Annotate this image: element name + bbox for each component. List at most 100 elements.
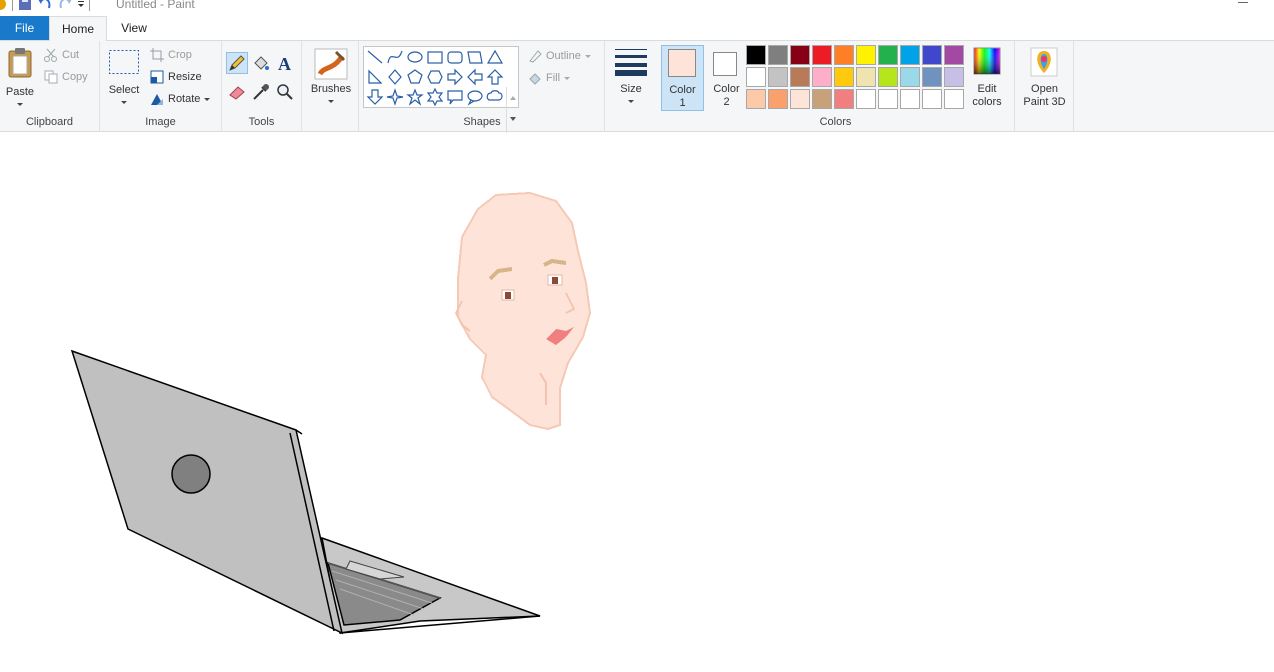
palette-swatch[interactable] xyxy=(790,45,810,65)
pencil-icon xyxy=(229,55,245,71)
brushes-dropdown-icon[interactable] xyxy=(328,100,334,103)
eraser-icon[interactable] xyxy=(227,82,247,102)
palette-swatch[interactable] xyxy=(944,89,964,109)
crop-button[interactable]: Crop xyxy=(150,48,192,62)
diamond-shape-icon[interactable] xyxy=(388,69,402,85)
size-dropdown-icon[interactable] xyxy=(628,100,634,103)
cut-button[interactable]: Cut xyxy=(44,48,79,62)
tab-view[interactable]: View xyxy=(107,16,161,40)
open-paint3d-button[interactable]: Open Paint 3D xyxy=(1018,45,1071,111)
palette-swatch[interactable] xyxy=(944,67,964,87)
four-point-star-shape-icon[interactable] xyxy=(386,88,404,106)
palette-swatch[interactable] xyxy=(856,67,876,87)
rounded-rectangle-shape-icon[interactable] xyxy=(447,51,463,64)
palette-swatch[interactable] xyxy=(922,89,942,109)
redo-icon[interactable] xyxy=(57,0,73,12)
rotate-button[interactable]: Rotate xyxy=(150,92,211,106)
palette-swatch[interactable] xyxy=(900,67,920,87)
color2-button[interactable]: Color 2 xyxy=(705,45,748,111)
paste-button[interactable]: Paste xyxy=(2,45,38,109)
copy-button[interactable]: Copy xyxy=(44,70,88,84)
fill-bucket-icon[interactable] xyxy=(251,53,271,73)
palette-swatch[interactable] xyxy=(812,45,832,65)
cloud-callout-shape-icon[interactable] xyxy=(486,90,503,101)
palette-swatch[interactable] xyxy=(746,67,766,87)
fill-dropdown-icon[interactable] xyxy=(564,76,571,80)
tab-file[interactable]: File xyxy=(0,16,49,40)
outline-button[interactable]: Outline xyxy=(528,49,591,63)
tab-home[interactable]: Home xyxy=(49,16,107,41)
select-dropdown-icon[interactable] xyxy=(121,101,127,104)
text-icon[interactable]: A xyxy=(275,53,295,73)
color-picker-icon[interactable] xyxy=(251,82,271,102)
palette-swatch[interactable] xyxy=(878,67,898,87)
oval-shape-icon[interactable] xyxy=(407,51,423,63)
palette-swatch[interactable] xyxy=(790,67,810,87)
palette-swatch[interactable] xyxy=(768,45,788,65)
size-button[interactable]: Size xyxy=(609,45,653,111)
edit-colors-button[interactable]: Edit colors xyxy=(966,45,1008,111)
palette-swatch[interactable] xyxy=(790,89,810,109)
select-label: Select xyxy=(108,84,140,96)
title-bar: Untitled - Paint xyxy=(0,0,1274,14)
right-triangle-shape-icon[interactable] xyxy=(368,69,383,84)
color1-button[interactable]: Color 1 xyxy=(661,45,704,111)
palette-swatch[interactable] xyxy=(812,67,832,87)
palette-swatch[interactable] xyxy=(768,89,788,109)
pentagon-shape-icon[interactable] xyxy=(407,69,423,84)
curve-shape-icon[interactable] xyxy=(387,50,403,64)
five-point-star-shape-icon[interactable] xyxy=(406,88,424,106)
undo-icon[interactable] xyxy=(37,0,53,12)
drawing-canvas[interactable] xyxy=(0,133,1274,672)
oval-callout-shape-icon[interactable] xyxy=(467,90,483,106)
palette-swatch[interactable] xyxy=(746,45,766,65)
six-point-star-shape-icon[interactable] xyxy=(426,87,444,107)
palette-swatch[interactable] xyxy=(922,67,942,87)
tools-group: A Tools xyxy=(222,41,302,131)
palette-swatch[interactable] xyxy=(900,89,920,109)
line-shape-icon[interactable] xyxy=(367,50,383,64)
scissors-icon xyxy=(44,48,57,62)
down-arrow-shape-icon[interactable] xyxy=(366,89,384,105)
palette-swatch[interactable] xyxy=(834,67,854,87)
ribbon-tabs: File Home View xyxy=(0,14,1274,41)
palette-swatch[interactable] xyxy=(834,89,854,109)
brushes-button[interactable]: Brushes xyxy=(308,46,354,110)
palette-swatch[interactable] xyxy=(856,89,876,109)
brush-icon xyxy=(314,48,348,80)
size-group: Size xyxy=(605,41,657,131)
palette-swatch[interactable] xyxy=(900,45,920,65)
fill-label: Fill xyxy=(546,72,561,84)
fill-button[interactable]: Fill xyxy=(528,71,571,85)
rectangle-shape-icon[interactable] xyxy=(427,51,443,64)
palette-swatch[interactable] xyxy=(746,89,766,109)
rotate-dropdown-icon[interactable] xyxy=(204,97,211,101)
palette-swatch[interactable] xyxy=(768,67,788,87)
resize-button[interactable]: Resize xyxy=(150,70,202,84)
customize-qat-icon[interactable] xyxy=(77,0,85,12)
palette-swatch[interactable] xyxy=(812,89,832,109)
polygon-shape-icon[interactable] xyxy=(467,51,483,64)
outline-icon xyxy=(529,50,542,63)
minimize-icon[interactable] xyxy=(1238,2,1248,3)
save-icon[interactable] xyxy=(17,0,33,12)
hexagon-shape-icon[interactable] xyxy=(427,70,443,84)
shapes-gallery xyxy=(363,46,519,108)
outline-dropdown-icon[interactable] xyxy=(584,54,591,58)
palette-swatch[interactable] xyxy=(856,45,876,65)
palette-swatch[interactable] xyxy=(878,45,898,65)
pencil-tool[interactable] xyxy=(226,52,248,74)
paste-dropdown-icon[interactable] xyxy=(17,103,23,106)
up-arrow-shape-icon[interactable] xyxy=(486,69,504,85)
palette-swatch[interactable] xyxy=(878,89,898,109)
rectangular-callout-shape-icon[interactable] xyxy=(447,90,463,105)
palette-swatch[interactable] xyxy=(834,45,854,65)
palette-swatch[interactable] xyxy=(922,45,942,65)
image-group-label: Image xyxy=(145,116,176,128)
magnifier-icon[interactable] xyxy=(275,82,295,102)
left-arrow-shape-icon[interactable] xyxy=(467,68,483,86)
palette-swatch[interactable] xyxy=(944,45,964,65)
select-button[interactable]: Select xyxy=(106,47,142,111)
right-arrow-shape-icon[interactable] xyxy=(447,68,463,86)
triangle-shape-icon[interactable] xyxy=(486,49,504,64)
